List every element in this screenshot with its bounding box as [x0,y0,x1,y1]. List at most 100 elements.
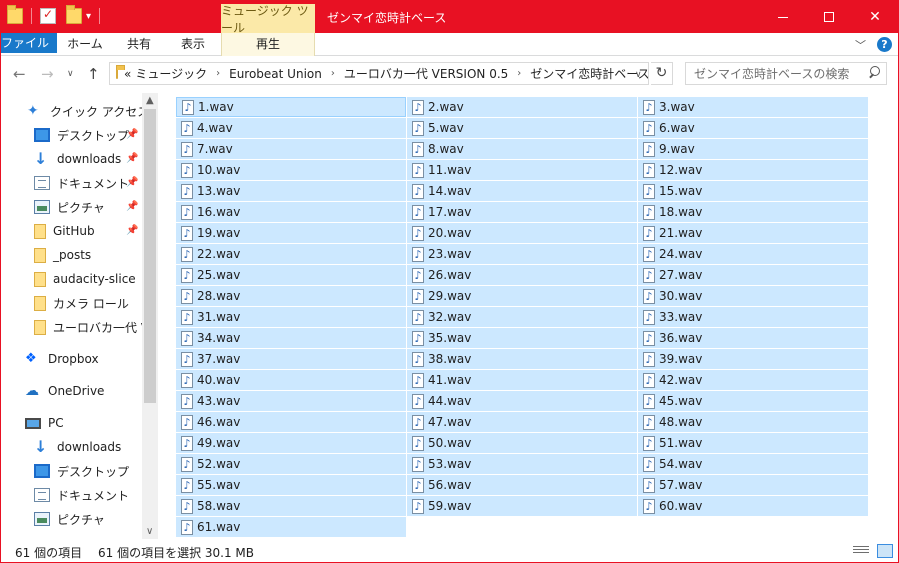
file-item[interactable]: ♪ 33.wav [638,307,868,327]
search-input[interactable] [686,63,856,84]
file-item[interactable]: ♪ 12.wav [638,160,868,180]
file-item[interactable]: ♪ 37.wav [176,349,406,369]
minimize-button[interactable] [760,1,806,33]
file-item[interactable]: ♪ 2.wav [407,97,637,117]
breadcrumb-separator-icon[interactable]: › [517,68,521,79]
sidebar-item-pc-desktop[interactable]: デスクトップ [34,460,129,482]
file-item[interactable]: ♪ 27.wav [638,265,868,285]
file-item[interactable]: ♪ 50.wav [407,433,637,453]
search-box[interactable] [685,62,887,85]
file-item[interactable]: ♪ 47.wav [407,412,637,432]
scroll-down-icon[interactable]: ∨ [146,526,153,537]
details-view-icon[interactable] [853,545,869,557]
file-item[interactable]: ♪ 51.wav [638,433,868,453]
file-item[interactable]: ♪ 54.wav [638,454,868,474]
file-item[interactable]: ♪ 10.wav [176,160,406,180]
recent-locations-chevron-icon[interactable]: ∨ [67,69,74,79]
file-item[interactable]: ♪ 25.wav [176,265,406,285]
sidebar-item-pc-downloads[interactable]: ↓ downloads [34,436,121,458]
sidebar-item-pc-pictures[interactable]: ピクチャ [34,508,105,530]
forward-arrow-icon[interactable]: → [41,65,54,83]
file-item[interactable]: ♪ 13.wav [176,181,406,201]
sidebar-scrollbar[interactable]: ▲ ∨ [142,93,158,539]
file-item[interactable]: ♪ 23.wav [407,244,637,264]
sidebar-item-posts[interactable]: _posts [34,244,91,266]
large-icons-view-icon[interactable] [877,544,893,558]
file-item[interactable]: ♪ 22.wav [176,244,406,264]
address-bar[interactable]: « ミュージック › Eurobeat Union › ユーロバカ一代 VERS… [109,62,649,85]
music-tools-tab[interactable]: ミュージック ツール [221,4,315,35]
breadcrumb-separator-icon[interactable]: › [331,68,335,79]
sidebar-item-eurobaka[interactable]: ユーロバカ一代 VE [34,316,157,338]
file-item[interactable]: ♪ 53.wav [407,454,637,474]
file-item[interactable]: ♪ 1.wav [176,97,406,117]
file-item[interactable]: ♪ 9.wav [638,139,868,159]
file-item[interactable]: ♪ 42.wav [638,370,868,390]
tab-home[interactable]: ホーム [57,33,113,56]
maximize-button[interactable] [806,1,852,33]
scrollbar-thumb[interactable] [144,109,156,403]
refresh-button[interactable]: ↻ [651,62,673,85]
breadcrumb-overflow[interactable]: « [124,67,131,81]
sidebar-item-quick-access[interactable]: ✦ クイック アクセス [27,100,149,122]
file-item[interactable]: ♪ 55.wav [176,475,406,495]
file-item[interactable]: ♪ 49.wav [176,433,406,453]
tab-share[interactable]: 共有 [113,33,165,56]
customize-toolbar-arrow-icon[interactable]: ▾ [86,11,91,22]
sidebar-item-audacity-slice[interactable]: audacity-slice [34,268,136,290]
breadcrumb-eurobeat-union[interactable]: Eurobeat Union [229,67,322,81]
file-item[interactable]: ♪ 60.wav [638,496,868,516]
scroll-up-icon[interactable]: ▲ [146,95,154,106]
sidebar-item-pc-documents[interactable]: ドキュメント [34,484,129,506]
file-item[interactable]: ♪ 31.wav [176,307,406,327]
expand-ribbon-chevron-icon[interactable]: ﹀ [855,37,866,53]
file-item[interactable]: ♪ 18.wav [638,202,868,222]
breadcrumb-music[interactable]: ミュージック [135,65,207,82]
file-item[interactable]: ♪ 19.wav [176,223,406,243]
file-item[interactable]: ♪ 7.wav [176,139,406,159]
file-item[interactable]: ♪ 45.wav [638,391,868,411]
file-item[interactable]: ♪ 43.wav [176,391,406,411]
file-item[interactable]: ♪ 11.wav [407,160,637,180]
file-item[interactable]: ♪ 44.wav [407,391,637,411]
new-folder-icon[interactable] [66,5,82,24]
file-item[interactable]: ♪ 16.wav [176,202,406,222]
up-arrow-icon[interactable]: ↑ [87,65,100,83]
sidebar-item-desktop[interactable]: デスクトップ 📌 [34,124,144,146]
sidebar-item-downloads[interactable]: ↓ downloads 📌 [34,148,144,170]
address-dropdown-chevron-icon[interactable]: ∨ [635,70,642,80]
sidebar-item-camera-roll[interactable]: カメラ ロール [34,292,129,314]
file-item[interactable]: ♪ 30.wav [638,286,868,306]
file-item[interactable]: ♪ 59.wav [407,496,637,516]
sidebar-item-pc[interactable]: PC [25,412,64,434]
file-item[interactable]: ♪ 38.wav [407,349,637,369]
breadcrumb-current-folder[interactable]: ゼンマイ恋時計ベース [530,65,648,82]
file-item[interactable]: ♪ 32.wav [407,307,637,327]
file-item[interactable]: ♪ 40.wav [176,370,406,390]
sidebar-item-onedrive[interactable]: ☁ OneDrive [25,380,104,402]
back-arrow-icon[interactable]: ← [13,65,26,83]
sidebar-item-documents[interactable]: ドキュメント 📌 [34,172,144,194]
file-item[interactable]: ♪ 6.wav [638,118,868,138]
file-item[interactable]: ♪ 14.wav [407,181,637,201]
file-item[interactable]: ♪ 24.wav [638,244,868,264]
file-item[interactable]: ♪ 15.wav [638,181,868,201]
tab-file[interactable]: ファイル [1,33,57,53]
file-item[interactable]: ♪ 48.wav [638,412,868,432]
file-item[interactable]: ♪ 56.wav [407,475,637,495]
breadcrumb-album[interactable]: ユーロバカ一代 VERSION 0.5 [344,65,508,82]
file-item[interactable]: ♪ 57.wav [638,475,868,495]
sidebar-item-dropbox[interactable]: ❖ Dropbox [25,348,99,370]
file-item[interactable]: ♪ 8.wav [407,139,637,159]
tab-view[interactable]: 表示 [165,33,221,56]
file-item[interactable]: ♪ 28.wav [176,286,406,306]
file-item[interactable]: ♪ 61.wav [176,517,406,537]
file-item[interactable]: ♪ 34.wav [176,328,406,348]
search-icon[interactable] [868,66,880,78]
file-item[interactable]: ♪ 3.wav [638,97,868,117]
tab-play[interactable]: 再生 [221,33,315,56]
help-icon[interactable]: ? [877,37,892,52]
sidebar-item-pictures[interactable]: ピクチャ 📌 [34,196,144,218]
breadcrumb-separator-icon[interactable]: › [216,68,220,79]
sidebar-item-github[interactable]: GitHub 📌 [34,220,144,242]
